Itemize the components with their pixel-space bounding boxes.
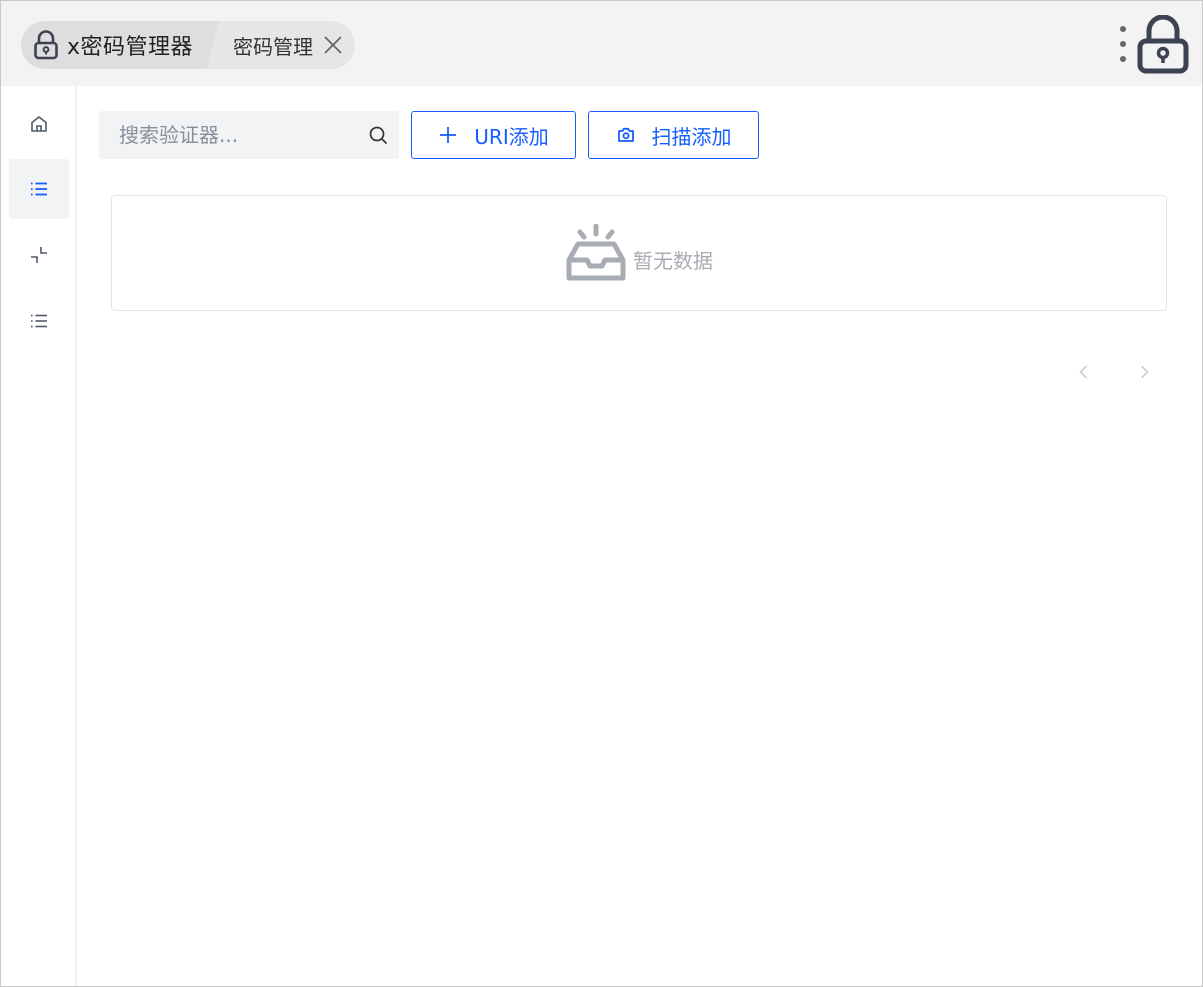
- home-icon: [31, 116, 47, 132]
- uri-add-label: URI添加: [474, 124, 549, 149]
- app-title: x密码管理器: [67, 35, 194, 60]
- search-input[interactable]: [119, 123, 368, 147]
- lock-icon: [1137, 14, 1189, 74]
- close-icon[interactable]: [323, 35, 343, 55]
- camera-icon: [617, 127, 634, 142]
- list-icon: [31, 314, 47, 328]
- search-box: [99, 111, 399, 159]
- more-vertical-icon[interactable]: [1115, 26, 1131, 62]
- app-window: x密码管理器 密码管理 搜索验证器... URI添加 扫描添加 暂无数据: [0, 0, 1203, 987]
- empty-inbox-icon: [566, 224, 626, 281]
- empty-text: 暂无数据: [633, 249, 713, 273]
- shrink-icon: [31, 247, 47, 263]
- header: x密码管理器 密码管理: [1, 1, 1202, 86]
- sidebar-item-list[interactable]: [9, 291, 69, 351]
- breadcrumb-app[interactable]: x密码管理器: [21, 21, 220, 69]
- sidebar: [1, 86, 77, 986]
- scan-add-label: 扫描添加: [651, 124, 732, 149]
- lock-icon: [33, 30, 59, 60]
- tab-label: 密码管理: [233, 34, 314, 59]
- sidebar-item-home[interactable]: [9, 94, 69, 154]
- chevron-right-icon[interactable]: [1135, 363, 1153, 385]
- authenticator-list: 暂无数据: [111, 195, 1167, 311]
- scan-add-button[interactable]: 扫描添加: [588, 111, 759, 159]
- sidebar-item-authenticators[interactable]: [9, 159, 69, 219]
- search-icon[interactable]: [368, 125, 388, 145]
- uri-add-button[interactable]: URI添加: [411, 111, 576, 159]
- plus-icon: [440, 127, 457, 143]
- chevron-left-icon[interactable]: [1075, 363, 1093, 385]
- breadcrumb: x密码管理器 密码管理: [21, 21, 356, 69]
- tab-password-management[interactable]: 密码管理: [199, 21, 356, 69]
- empty-state: 暂无数据: [565, 224, 713, 282]
- sidebar-item-shrink[interactable]: [9, 225, 69, 285]
- lock-button[interactable]: [1135, 14, 1191, 79]
- list-icon: [31, 182, 47, 196]
